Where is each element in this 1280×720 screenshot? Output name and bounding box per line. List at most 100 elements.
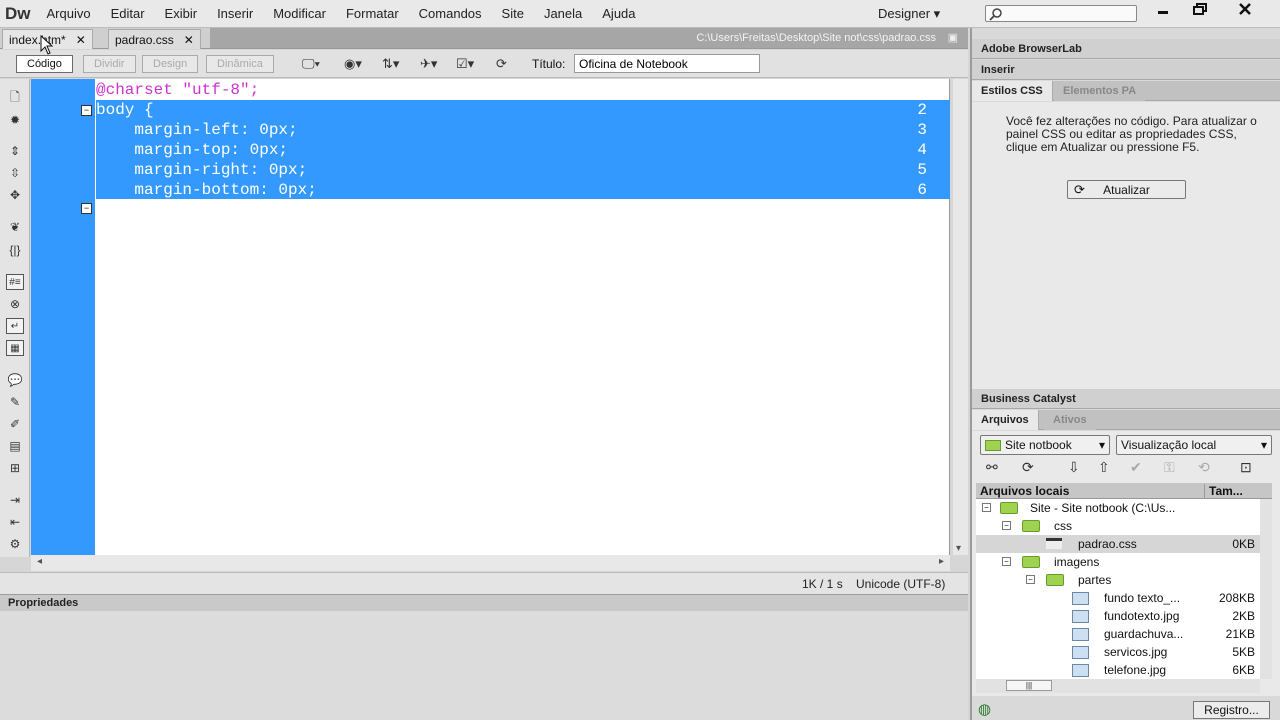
menu-modificar[interactable]: Modificar — [273, 6, 326, 21]
indent-code-icon[interactable]: ⇥ — [6, 492, 24, 508]
check-out-icon[interactable]: ✔ — [1130, 459, 1142, 476]
menu-exibir[interactable]: Exibir — [165, 6, 198, 21]
apply-comment-icon[interactable]: 💬 — [6, 372, 24, 388]
synchronize-icon[interactable]: ⟲ — [1198, 459, 1210, 476]
minimize-button[interactable] — [1146, 2, 1180, 22]
multiscreen-icon[interactable]: 🖵▾ — [302, 56, 320, 72]
business-catalyst-header[interactable]: Business Catalyst — [972, 389, 1280, 409]
remove-comment-icon[interactable]: ✎ — [6, 394, 24, 410]
menu-ajuda[interactable]: Ajuda — [602, 6, 635, 21]
show-code-navigator-icon[interactable]: ✹ — [6, 112, 24, 128]
file-management-icon[interactable]: ⇅▾ — [382, 56, 399, 72]
view-select[interactable]: Visualização local ▾ — [1116, 435, 1272, 455]
file-size: 6KB — [1232, 663, 1255, 677]
expand-panel-icon[interactable]: ⊡ — [1240, 459, 1252, 476]
word-wrap-icon[interactable]: ↵ — [6, 318, 24, 334]
close-icon[interactable]: ✕ — [184, 33, 194, 47]
open-documents-icon[interactable]: 🗋 — [6, 89, 24, 105]
properties-panel-header[interactable]: Propriedades — [0, 594, 968, 611]
scroll-left-icon[interactable]: ◂ — [37, 556, 42, 567]
file-row[interactable]: telefone.jpg 6KB — [976, 661, 1260, 679]
file-row[interactable]: guardachuva... 21KB — [976, 625, 1260, 643]
file-tree-vertical-scrollbar[interactable] — [1260, 499, 1272, 679]
menu-inserir[interactable]: Inserir — [217, 6, 253, 21]
tab-padrao-css[interactable]: padrao.css ✕ — [108, 29, 201, 49]
file-row[interactable]: − css — [976, 517, 1260, 535]
size-download-time: 1K / 1 s — [802, 577, 843, 591]
menu-comandos[interactable]: Comandos — [419, 6, 482, 21]
title-input[interactable] — [574, 54, 760, 73]
css-file-icon — [1046, 538, 1062, 549]
line-numbers-icon[interactable]: #≡ — [6, 274, 24, 290]
menu-editar[interactable]: Editar — [111, 6, 145, 21]
file-row[interactable]: − imagens — [976, 553, 1260, 571]
fold-toggle[interactable]: − — [81, 203, 92, 214]
file-tree-horizontal-scrollbar[interactable]: ||| — [976, 679, 1260, 693]
column-local-files[interactable]: Arquivos locais — [980, 484, 1069, 498]
file-row[interactable]: fundotexto.jpg 2KB — [976, 607, 1260, 625]
file-row[interactable]: − Site - Site notbook (C:\Us... — [976, 499, 1260, 517]
view-live-button[interactable]: Dinâmica — [206, 55, 274, 73]
view-split-button[interactable]: Dividir — [83, 55, 136, 73]
outdent-code-icon[interactable]: ⇤ — [6, 514, 24, 530]
collapse-icon[interactable]: − — [1026, 575, 1035, 584]
collapse-icon[interactable]: − — [982, 503, 991, 512]
insert-panel-header[interactable]: Inserir — [972, 60, 1280, 80]
menu-formatar[interactable]: Formatar — [346, 6, 399, 21]
browserlab-panel-header[interactable]: Adobe BrowserLab — [972, 39, 1280, 59]
recent-snippets-icon[interactable]: ▤ — [6, 438, 24, 454]
vertical-scrollbar[interactable]: ▾ — [953, 79, 968, 555]
menu-janela[interactable]: Janela — [544, 6, 582, 21]
log-button[interactable]: Registro... — [1193, 701, 1270, 719]
refresh-icon[interactable]: ⟳ — [1022, 459, 1034, 476]
collapse-tag-icon[interactable]: ⇕ — [6, 143, 24, 159]
expand-all-icon[interactable]: ✥ — [6, 187, 24, 203]
browser-check-icon[interactable]: ☑▾ — [456, 56, 474, 72]
collapse-selection-icon[interactable]: ⇳ — [6, 165, 24, 181]
preview-browser-icon[interactable]: ◉▾ — [344, 56, 362, 72]
scroll-right-icon[interactable]: ▸ — [939, 556, 944, 567]
file-row[interactable]: padrao.css 0KB — [976, 535, 1260, 553]
scroll-down-icon[interactable]: ▾ — [956, 543, 961, 554]
restore-doc-icon[interactable]: ▣ — [948, 31, 958, 44]
balance-braces-icon[interactable]: {|} — [6, 242, 24, 258]
wrap-tag-icon[interactable]: ✐ — [6, 416, 24, 432]
horizontal-scrollbar[interactable]: ◂ ▸ — [31, 555, 950, 571]
w3c-validation-icon[interactable]: ✈▾ — [420, 56, 437, 72]
search-input[interactable] — [985, 5, 1137, 22]
collapse-icon[interactable]: − — [1002, 521, 1011, 530]
collapse-icon[interactable]: − — [1002, 557, 1011, 566]
file-row[interactable]: fundo texto_... 208KB — [976, 589, 1260, 607]
fold-toggle[interactable]: − — [81, 105, 92, 116]
tab-css-styles[interactable]: Estilos CSS — [972, 81, 1053, 101]
tab-ap-elements[interactable]: Elementos PA — [1054, 81, 1146, 101]
move-css-icon[interactable]: ⊞ — [6, 460, 24, 476]
format-source-icon[interactable]: ⚙ — [6, 536, 24, 552]
highlight-invalid-code-icon[interactable]: ⊗ — [6, 296, 24, 312]
get-files-icon[interactable]: ⇩ — [1068, 459, 1080, 476]
column-size[interactable]: Tam... — [1204, 484, 1243, 498]
file-row[interactable]: servicos.jpg 5KB — [976, 643, 1260, 661]
menu-arquivo[interactable]: Arquivo — [47, 6, 91, 21]
close-icon[interactable]: ✕ — [76, 33, 86, 47]
site-select[interactable]: Site notbook ▾ — [980, 435, 1110, 455]
check-in-icon[interactable]: ⚿ — [1164, 459, 1175, 476]
menu-site[interactable]: Site — [502, 6, 524, 21]
select-parent-tag-icon[interactable]: ❦ — [6, 219, 24, 235]
connect-icon[interactable]: ⚯ — [986, 459, 998, 476]
syntax-coloring-icon[interactable]: ▦ — [6, 340, 24, 356]
file-row[interactable]: − partes — [976, 571, 1260, 589]
globe-icon[interactable]: ◍ — [978, 700, 991, 718]
workspace-switcher[interactable]: Designer ▾ — [878, 6, 940, 22]
scroll-thumb[interactable]: ||| — [1006, 680, 1052, 691]
tab-assets[interactable]: Ativos — [1044, 410, 1096, 430]
tab-files[interactable]: Arquivos — [972, 410, 1039, 430]
refresh-icon[interactable]: ⟳ — [496, 56, 507, 72]
update-button[interactable]: ⟳ Atualizar — [1067, 180, 1186, 199]
put-files-icon[interactable]: ⇧ — [1098, 459, 1110, 476]
code-editor[interactable]: 1 2 3 4 5 6 7 8 − − @charset "utf-8"; bo… — [31, 79, 950, 555]
view-design-button[interactable]: Design — [142, 55, 199, 73]
close-window-button[interactable] — [1228, 2, 1262, 22]
restore-button[interactable] — [1183, 2, 1217, 22]
view-code-button[interactable]: Código — [16, 55, 73, 73]
